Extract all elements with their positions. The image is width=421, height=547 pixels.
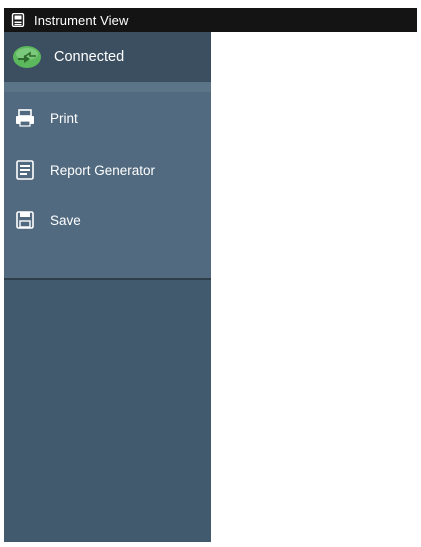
window-title: Instrument View [34,12,129,28]
connection-status-label: Connected [54,49,125,65]
instrument-icon [11,13,25,27]
report-generator-button[interactable]: Report Generator [4,150,211,190]
title-bar: Instrument View [4,8,417,32]
get-trace-row-hidden [4,250,211,292]
printer-icon [14,107,36,129]
report-icon [14,159,36,181]
connection-status-icon [12,45,42,69]
sidebar: Connected Print Report Generator Save [4,32,211,542]
save-button[interactable]: Save [4,200,211,240]
save-label: Save [50,212,81,228]
connection-status[interactable]: Connected [4,32,211,82]
report-generator-label: Report Generator [50,162,156,178]
print-label: Print [50,110,78,126]
print-button[interactable]: Print [4,98,211,138]
floppy-disk-icon [14,209,36,231]
